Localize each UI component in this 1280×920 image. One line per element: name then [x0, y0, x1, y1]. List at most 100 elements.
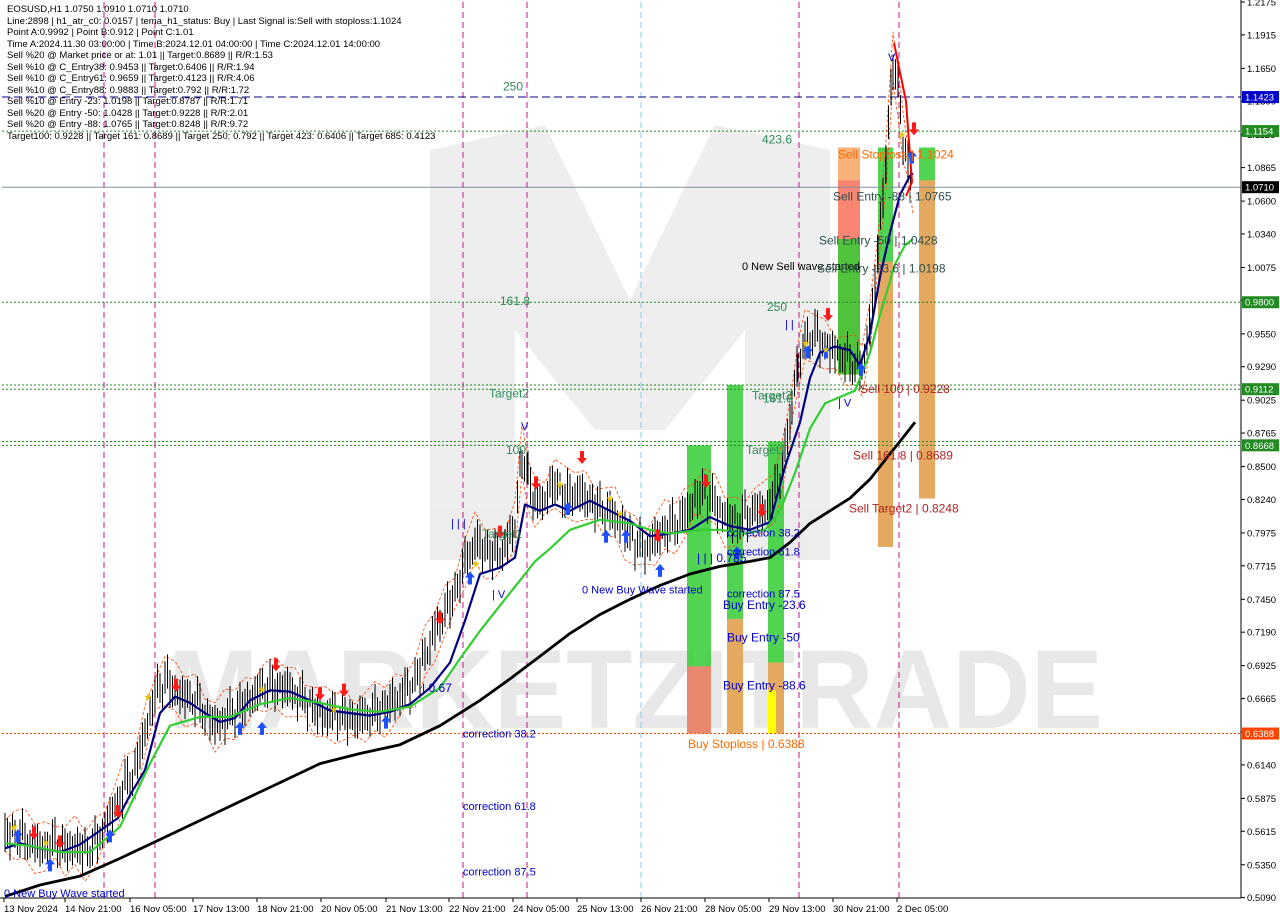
info-line: Sell %10 @ Entry -23: 1.0198 || Target:0…	[7, 96, 249, 108]
y-tick-label: 0.7715	[1247, 561, 1276, 572]
x-tick-label: 22 Nov 21:00	[449, 904, 506, 915]
y-tick-label: 0.9550	[1247, 329, 1276, 340]
annotation-label: Buy Stoploss | 0.6388	[688, 737, 805, 751]
x-tick-label: 16 Nov 05:00	[130, 904, 187, 915]
annotation-label: Sell Stoploss | 1.1024	[838, 148, 954, 162]
annotation-label: | V	[492, 589, 506, 601]
annotation-label: | V	[838, 398, 852, 410]
x-tick-label: 26 Nov 21:00	[641, 904, 698, 915]
star-icon: ★	[258, 685, 267, 696]
price-label: 1.0710	[1245, 183, 1274, 194]
annotation-label: Target1	[746, 443, 786, 457]
annotation-label: 250	[503, 79, 523, 93]
zone-rect	[838, 239, 860, 375]
x-tick-label: 18 Nov 21:00	[257, 904, 314, 915]
y-tick-label: 0.8765	[1247, 429, 1276, 440]
y-tick-label: 1.0075	[1247, 263, 1276, 274]
y-tick-label: 0.5350	[1247, 860, 1276, 871]
y-tick-label: 0.8500	[1247, 462, 1276, 473]
zone-rect	[768, 690, 776, 734]
info-line: Time A:2024.11.30 03:00:00 | Time B:2024…	[7, 38, 381, 50]
y-tick-label: 0.5875	[1247, 794, 1276, 805]
annotation-label: Sell 161.8 | 0.8689	[853, 449, 953, 463]
symbol-line: EOSUSD,H1 1.0750 1.0910 1.0710 1.0710	[7, 4, 189, 15]
star-icon: ★	[330, 705, 339, 716]
x-tick-label: 29 Nov 13:00	[769, 904, 826, 915]
info-line: Sell %10 @ C_Entry38: 0.9453 || Target:0…	[7, 61, 255, 73]
star-icon: ★	[144, 692, 153, 703]
y-tick-label: 0.7975	[1247, 528, 1276, 539]
price-label: 0.9800	[1245, 298, 1274, 309]
annotation-label: V	[888, 52, 896, 64]
y-tick-label: 1.0600	[1247, 197, 1276, 208]
y-tick-label: 0.6925	[1247, 661, 1276, 672]
info-line: Sell %10 @ C_Entry88: 0.9883 || Target:0…	[7, 84, 250, 96]
y-tick-label: 0.5090	[1247, 893, 1276, 904]
annotation-label: Target2	[489, 387, 529, 401]
info-line: Sell %20 @ Entry -88: 1.0765 || Target:0…	[7, 119, 249, 131]
x-tick-label: 24 Nov 05:00	[513, 904, 570, 915]
y-tick-label: 0.5615	[1247, 827, 1276, 838]
annotation-label: Sell Entry -23.6 | 1.0198	[817, 262, 946, 276]
star-icon: ★	[822, 345, 831, 356]
info-line: Target100: 0.9228 || Target 161: 0.8689 …	[7, 131, 436, 143]
price-label: 1.1423	[1245, 93, 1274, 104]
annotation-label: Buy Entry -50	[727, 631, 800, 645]
star-icon: ★	[10, 823, 19, 834]
annotation-label: Buy Entry -88.6	[723, 679, 806, 693]
annotation-label: | 0.67	[422, 681, 452, 695]
annotation-label: 0 New Buy Wave started	[582, 585, 703, 597]
y-tick-label: 1.1915	[1247, 30, 1276, 41]
zone-rect	[687, 666, 711, 734]
price-label: 0.6388	[1245, 729, 1274, 740]
star-icon: ★	[898, 130, 907, 141]
price-label: 0.8668	[1245, 441, 1274, 452]
x-tick-label: 25 Nov 13:00	[577, 904, 634, 915]
star-icon: ★	[802, 338, 811, 349]
star-icon: ★	[472, 560, 481, 571]
y-tick-label: 1.2175	[1247, 0, 1276, 9]
y-tick-label: 0.9290	[1247, 362, 1276, 373]
annotation-label: Buy Entry -23.6	[723, 598, 806, 612]
x-tick-label: 28 Nov 05:00	[705, 904, 762, 915]
annotation-label: V	[521, 421, 529, 433]
y-tick-label: 0.6665	[1247, 694, 1276, 705]
x-tick-label: 13 Nov 2024	[4, 904, 58, 915]
annotation-label: 161.8	[763, 392, 793, 406]
annotation-label: 423.6	[762, 133, 792, 147]
annotation-label: Target1	[482, 527, 522, 541]
annotation-label: Sell Entry -88 | 1.0765	[833, 189, 952, 203]
y-tick-label: 0.6140	[1247, 760, 1276, 771]
annotation-label: 100	[506, 443, 526, 457]
info-line: Line:2898 | h1_atr_c0: 0.0157 | tema_h1_…	[7, 15, 402, 27]
y-tick-label: 0.7450	[1247, 595, 1276, 606]
x-tick-label: 17 Nov 13:00	[193, 904, 250, 915]
info-line: Sell %20 @ Entry -50: 1.0428 || Target:0…	[7, 107, 249, 119]
annotation-label: 250	[767, 300, 787, 314]
star-icon: ★	[556, 480, 565, 491]
x-tick-label: 30 Nov 21:00	[833, 904, 890, 915]
annotation-label: Sell Entry -50 | 1.0428	[819, 234, 938, 248]
x-tick-label: 14 Nov 21:00	[65, 904, 122, 915]
star-icon: ★	[42, 838, 51, 849]
y-tick-label: 0.8240	[1247, 495, 1276, 506]
x-tick-label: 20 Nov 05:00	[321, 904, 378, 915]
annotation-label: Sell Target2 | 0.8248	[849, 502, 959, 516]
annotation-label: correction 61.8	[463, 801, 536, 813]
annotation-label: 161.8	[500, 294, 530, 308]
y-tick-label: 1.0340	[1247, 229, 1276, 240]
y-tick-label: 0.9025	[1247, 396, 1276, 407]
star-icon: ★	[616, 509, 625, 520]
annotation-label: correction 38.2	[727, 528, 800, 540]
annotation-label: Sell 100 | 0.9228	[860, 382, 950, 396]
info-line: Sell %10 @ C_Entry61: 0.9659 || Target:0…	[7, 73, 255, 85]
price-label: 1.1154	[1245, 127, 1273, 138]
info-line: Point A:0.9992 | Point B:0.912 | Point C…	[7, 27, 194, 39]
info-line: Sell %20 @ Market price or at: 1.01 || T…	[7, 50, 273, 62]
y-tick-label: 0.7190	[1247, 628, 1276, 639]
annotation-label: correction 61.8	[727, 547, 800, 559]
annotation-label: correction 87.5	[463, 866, 536, 878]
x-tick-label: 21 Nov 13:00	[386, 904, 443, 915]
annotation-label: correction 38.2	[463, 729, 536, 741]
annotation-label: | | |	[451, 518, 466, 530]
